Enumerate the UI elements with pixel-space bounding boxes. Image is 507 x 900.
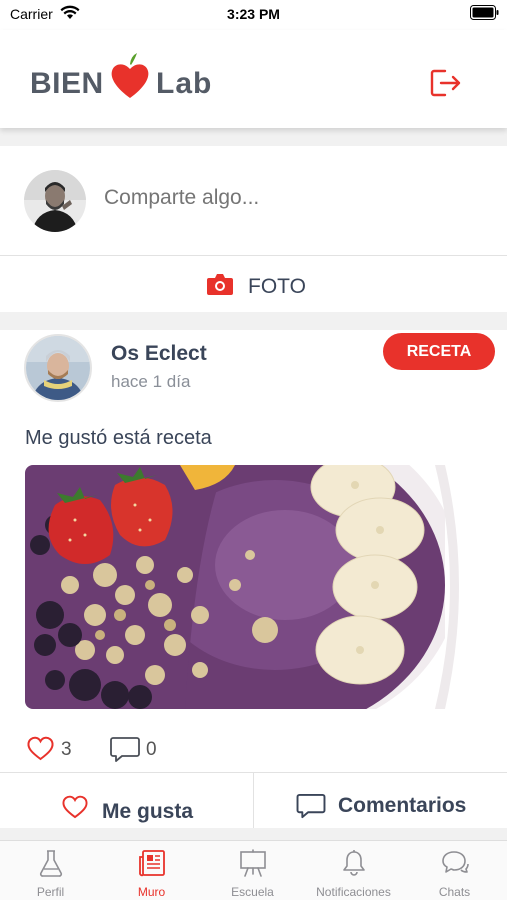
comment-count-icon[interactable] xyxy=(110,736,140,763)
recipe-tag-button[interactable]: RECETA xyxy=(383,333,495,370)
like-button-label: Me gusta xyxy=(102,800,194,823)
post-actions-bar: Me gusta Comentarios xyxy=(0,772,507,829)
like-count-heart-icon[interactable] xyxy=(27,736,54,761)
tab-label-perfil: Perfil xyxy=(36,885,65,899)
battery-icon xyxy=(470,5,499,20)
tab-label-notificaciones: Notificaciones xyxy=(316,885,391,899)
post-composer xyxy=(0,146,507,256)
tab-label-muro: Muro xyxy=(137,885,166,899)
tab-escuela[interactable]: Escuela xyxy=(202,841,303,900)
like-button[interactable]: Me gusta xyxy=(0,773,253,829)
comments-button[interactable]: Comentarios xyxy=(254,773,507,829)
easel-icon xyxy=(239,849,266,877)
post-timestamp: hace 1 día xyxy=(111,372,191,391)
app-header: BIEN Lab xyxy=(0,30,507,128)
status-bar: Carrier 3:23 PM xyxy=(0,0,507,30)
tab-chats[interactable]: Chats xyxy=(404,841,505,900)
tab-label-chats: Chats xyxy=(438,885,471,899)
chat-bubbles-icon xyxy=(441,851,469,873)
bell-icon xyxy=(342,850,365,876)
heart-outline-icon xyxy=(62,795,88,819)
tab-muro[interactable]: Muro xyxy=(101,841,202,900)
tab-label-escuela: Escuela xyxy=(231,885,274,899)
bottom-tab-bar: Perfil Muro Escuela Notificaciones Chats xyxy=(0,840,507,900)
post-text: Me gustó está receta xyxy=(25,427,212,449)
author-avatar[interactable] xyxy=(24,334,92,402)
comments-button-label: Comentarios xyxy=(338,794,467,817)
flask-icon xyxy=(39,850,62,877)
status-time: 3:23 PM xyxy=(227,6,280,22)
app-logo: BIEN Lab xyxy=(30,52,230,102)
logout-icon[interactable] xyxy=(430,68,462,98)
camera-icon xyxy=(207,274,233,295)
current-user-avatar[interactable] xyxy=(24,170,86,232)
post-author-name[interactable]: Os Eclect xyxy=(111,342,207,366)
like-count: 3 xyxy=(61,739,72,760)
newspaper-icon xyxy=(138,850,165,877)
add-photo-button[interactable]: FOTO xyxy=(0,257,507,312)
comment-count: 0 xyxy=(146,739,157,760)
logo-text-lab: Lab xyxy=(156,67,213,100)
logo-text-bien: BIEN xyxy=(30,67,104,100)
tab-notificaciones[interactable]: Notificaciones xyxy=(303,841,404,900)
photo-button-label: FOTO xyxy=(248,275,306,298)
apple-heart-icon xyxy=(111,53,149,98)
section-separator xyxy=(0,312,507,330)
comment-bubble-icon xyxy=(296,793,326,819)
post-image-acai-bowl[interactable] xyxy=(25,465,482,709)
tab-perfil[interactable]: Perfil xyxy=(0,841,101,900)
share-something-input[interactable] xyxy=(104,186,474,210)
section-separator xyxy=(0,828,507,840)
feed-post: Os Eclect hace 1 día RECETA Me gustó est… xyxy=(0,330,507,840)
section-separator xyxy=(0,128,507,146)
